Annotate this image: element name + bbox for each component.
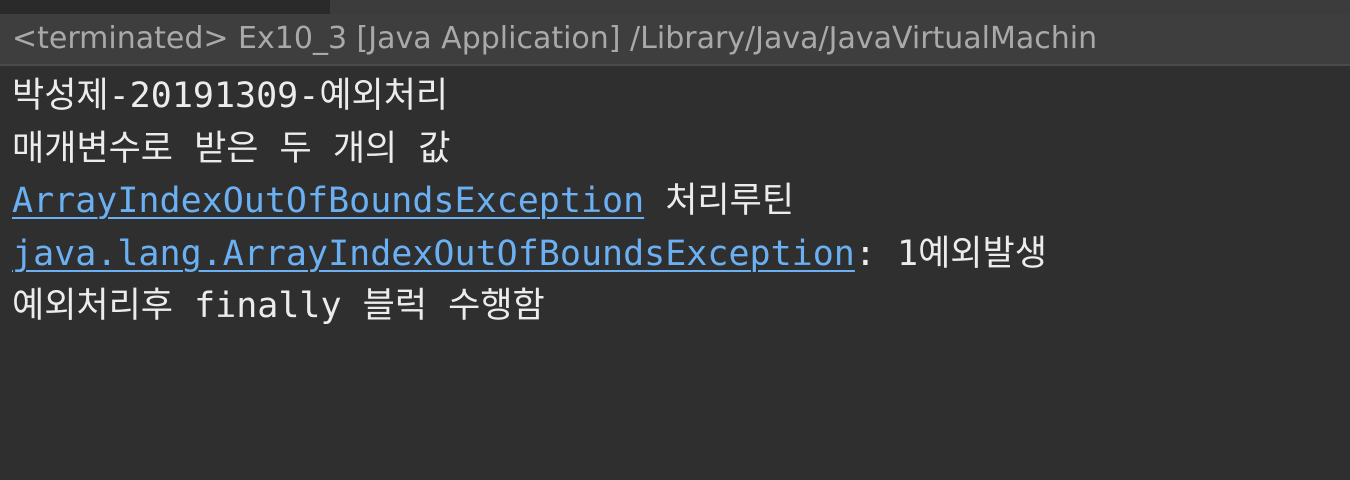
- output-text: 예외처리후 finally 블럭 수행함: [12, 286, 545, 326]
- output-text: 매개변수로 받은 두 개의 값: [12, 128, 451, 169]
- console-tab[interactable]: [0, 0, 330, 14]
- output-line: ArrayIndexOutOfBoundsException 처리루틴: [12, 175, 1350, 228]
- view-tab-strip: [0, 0, 1350, 14]
- output-line: 매개변수로 받은 두 개의 값: [12, 123, 1350, 176]
- output-text: 박성제-20191309-예외처리: [12, 76, 449, 116]
- output-line: 박성제-20191309-예외처리: [12, 70, 1350, 123]
- output-line: java.lang.ArrayIndexOutOfBoundsException…: [12, 228, 1350, 281]
- console-header: <terminated> Ex10_3 [Java Application] /…: [0, 14, 1350, 66]
- console-output[interactable]: 박성제-20191309-예외처리 매개변수로 받은 두 개의 값 ArrayI…: [12, 70, 1350, 333]
- exception-link[interactable]: ArrayIndexOutOfBoundsException: [12, 181, 644, 221]
- exception-link[interactable]: java.lang.ArrayIndexOutOfBoundsException: [12, 234, 855, 274]
- console-view: <terminated> Ex10_3 [Java Application] /…: [0, 0, 1350, 480]
- output-text: : 1예외발생: [854, 233, 1047, 274]
- scrollbar-track[interactable]: [1344, 66, 1350, 480]
- output-text: 처리루틴: [644, 181, 795, 221]
- output-line: 예외처리후 finally 블럭 수행함: [12, 280, 1350, 333]
- process-title: <terminated> Ex10_3 [Java Application] /…: [12, 21, 1098, 56]
